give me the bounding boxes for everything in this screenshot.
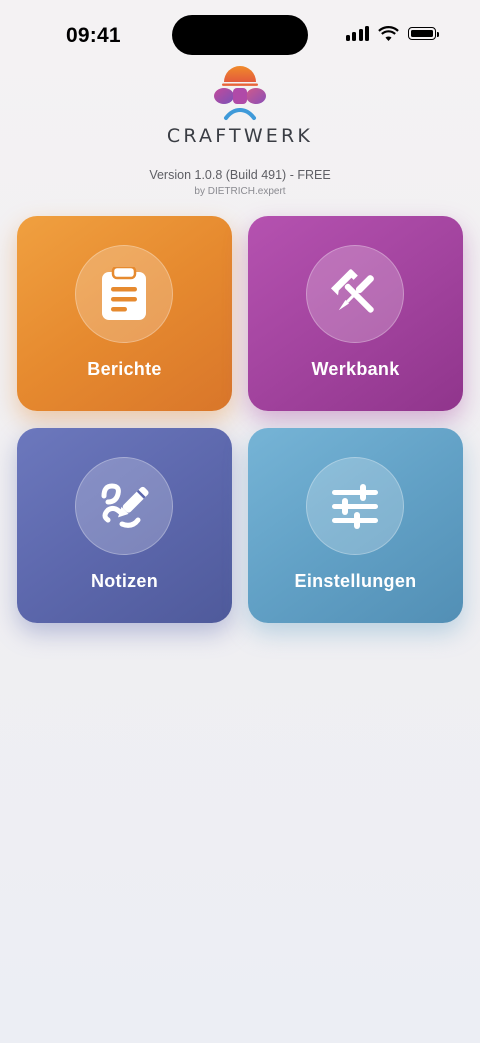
notizen-tile[interactable]: Notizen: [17, 428, 232, 623]
status-icons: [345, 26, 439, 41]
version-text: Version 1.0.8 (Build 491) - FREE: [149, 168, 331, 182]
berichte-tile[interactable]: Berichte: [17, 216, 232, 411]
status-time: 09:41: [66, 24, 121, 47]
berichte-label: Berichte: [87, 359, 162, 379]
battery-level: [410, 29, 434, 38]
battery-icon: [408, 27, 439, 40]
status-bar: 09:41: [0, 0, 480, 72]
sliders-icon: [306, 457, 404, 555]
einstellungen-label: Einstellungen: [294, 571, 417, 591]
craftwerk-logo-icon: [214, 66, 266, 120]
pen-note-icon: [75, 457, 173, 555]
dynamic-island: [172, 15, 308, 55]
notizen-label: Notizen: [90, 571, 159, 591]
tools-icon: [306, 245, 404, 343]
werkbank-label: Werkbank: [311, 359, 400, 379]
einstellungen-tile[interactable]: Einstellungen: [248, 428, 463, 623]
werkbank-tile[interactable]: Werkbank: [248, 216, 463, 411]
byline-text: by DIETRICH.expert: [194, 186, 286, 197]
brand-name: CRAFTWERK: [166, 125, 314, 147]
cellular-signal-icon: [345, 26, 369, 41]
menu-grid: Berichte Werkbank Notizen Einstellungen: [17, 216, 463, 623]
clipboard-icon: [75, 245, 173, 343]
wifi-icon: [378, 26, 399, 41]
